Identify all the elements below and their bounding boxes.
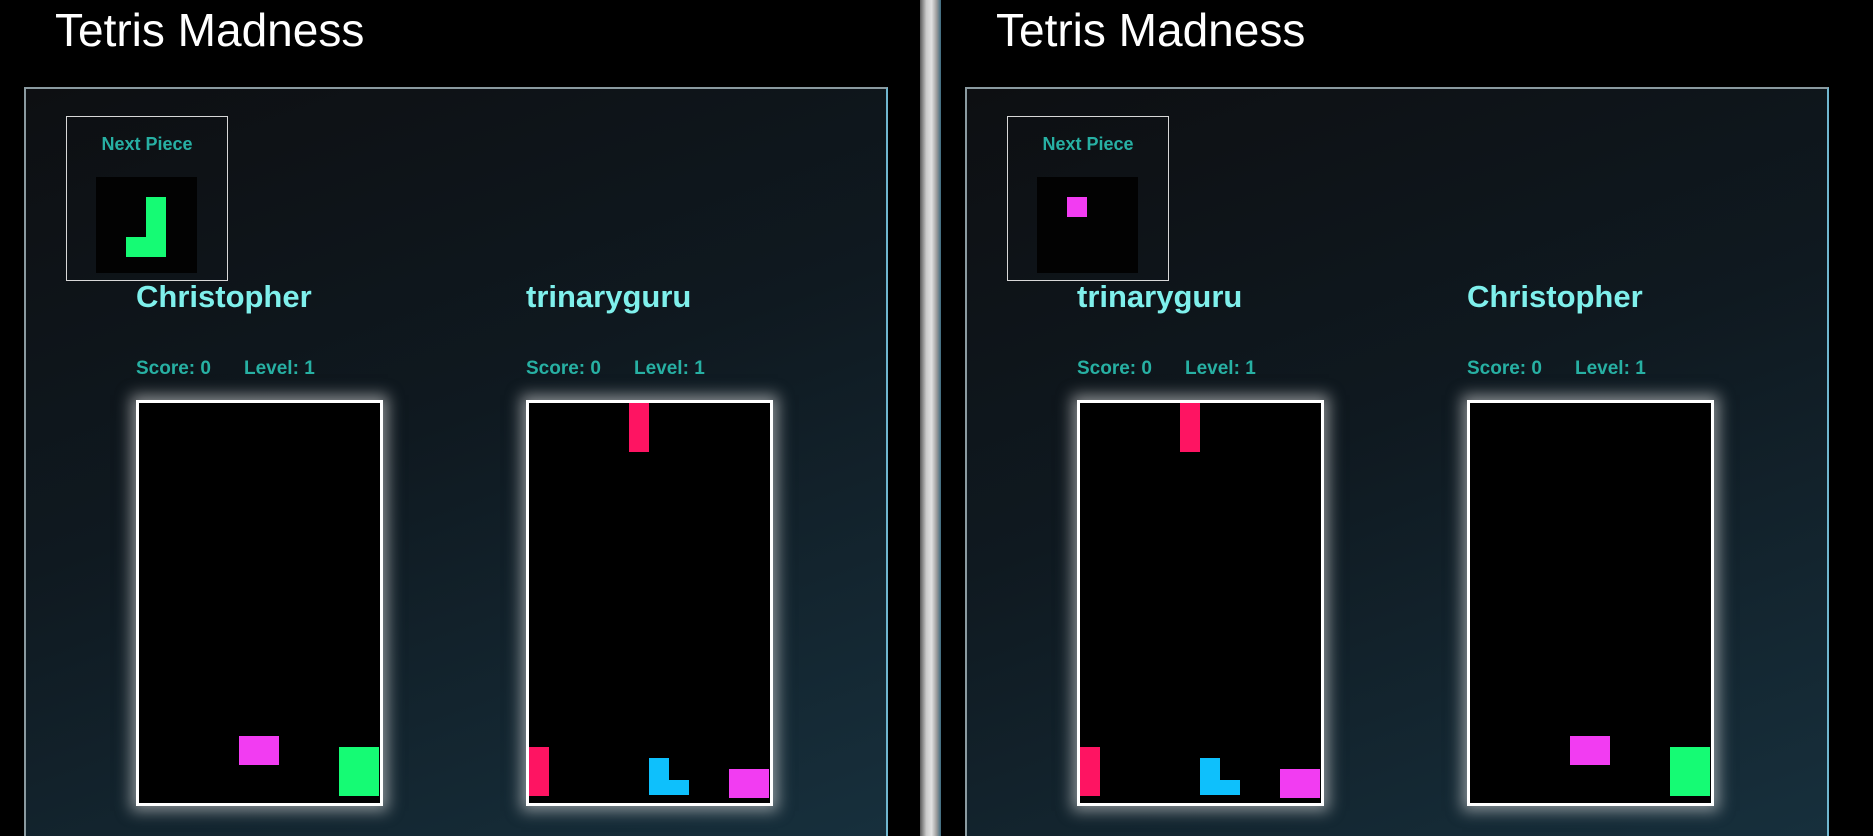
player-stats: Score: 0 Level: 1 xyxy=(136,358,315,380)
score-text: Score: 0 xyxy=(526,358,601,379)
tetromino-block xyxy=(1670,747,1710,796)
tetromino-block xyxy=(339,747,379,796)
game-board[interactable] xyxy=(1467,400,1714,806)
player-name: Christopher xyxy=(136,279,312,314)
player-stats: Score: 0 Level: 1 xyxy=(1467,358,1646,380)
tetromino-block xyxy=(1180,403,1200,452)
tetromino-block xyxy=(1280,769,1320,799)
game-board[interactable] xyxy=(526,400,773,806)
player-card: trinaryguru Score: 0 Level: 1 xyxy=(1077,89,1337,836)
game-panel: Next Piece Christopher Score: 0 Level: 1 … xyxy=(24,87,888,836)
score-text: Score: 0 xyxy=(1077,358,1152,379)
level-text: Level: 1 xyxy=(1185,358,1256,379)
tetromino-block xyxy=(1570,736,1610,765)
window-divider[interactable] xyxy=(920,0,941,836)
left-game-window: Tetris Madness Next Piece Christopher Sc… xyxy=(0,0,920,836)
tetromino-block xyxy=(1220,780,1240,795)
level-text: Level: 1 xyxy=(244,358,315,379)
tetromino-block xyxy=(239,736,279,765)
tetromino-block xyxy=(629,403,649,452)
level-text: Level: 1 xyxy=(634,358,705,379)
player-card: Christopher Score: 0 Level: 1 xyxy=(136,89,396,836)
game-board[interactable] xyxy=(136,400,383,806)
player-stats: Score: 0 Level: 1 xyxy=(526,358,705,380)
app-title: Tetris Madness xyxy=(55,4,365,56)
tetromino-block xyxy=(1080,747,1100,796)
player-card: Christopher Score: 0 Level: 1 xyxy=(1467,89,1727,836)
player-stats: Score: 0 Level: 1 xyxy=(1077,358,1256,380)
game-panel: Next Piece trinaryguru Score: 0 Level: 1 … xyxy=(965,87,1829,836)
tetromino-block xyxy=(669,780,689,795)
player-name: trinaryguru xyxy=(526,279,692,314)
tetromino-block xyxy=(529,747,549,796)
game-board[interactable] xyxy=(1077,400,1324,806)
tetromino-block xyxy=(1200,758,1220,795)
score-text: Score: 0 xyxy=(136,358,211,379)
player-card: trinaryguru Score: 0 Level: 1 xyxy=(526,89,786,836)
level-text: Level: 1 xyxy=(1575,358,1646,379)
tetromino-block xyxy=(649,758,669,795)
player-name: Christopher xyxy=(1467,279,1643,314)
player-name: trinaryguru xyxy=(1077,279,1243,314)
right-game-window: Tetris Madness Next Piece trinaryguru Sc… xyxy=(941,0,1873,836)
app-title: Tetris Madness xyxy=(996,4,1306,56)
tetromino-block xyxy=(729,769,769,799)
score-text: Score: 0 xyxy=(1467,358,1542,379)
